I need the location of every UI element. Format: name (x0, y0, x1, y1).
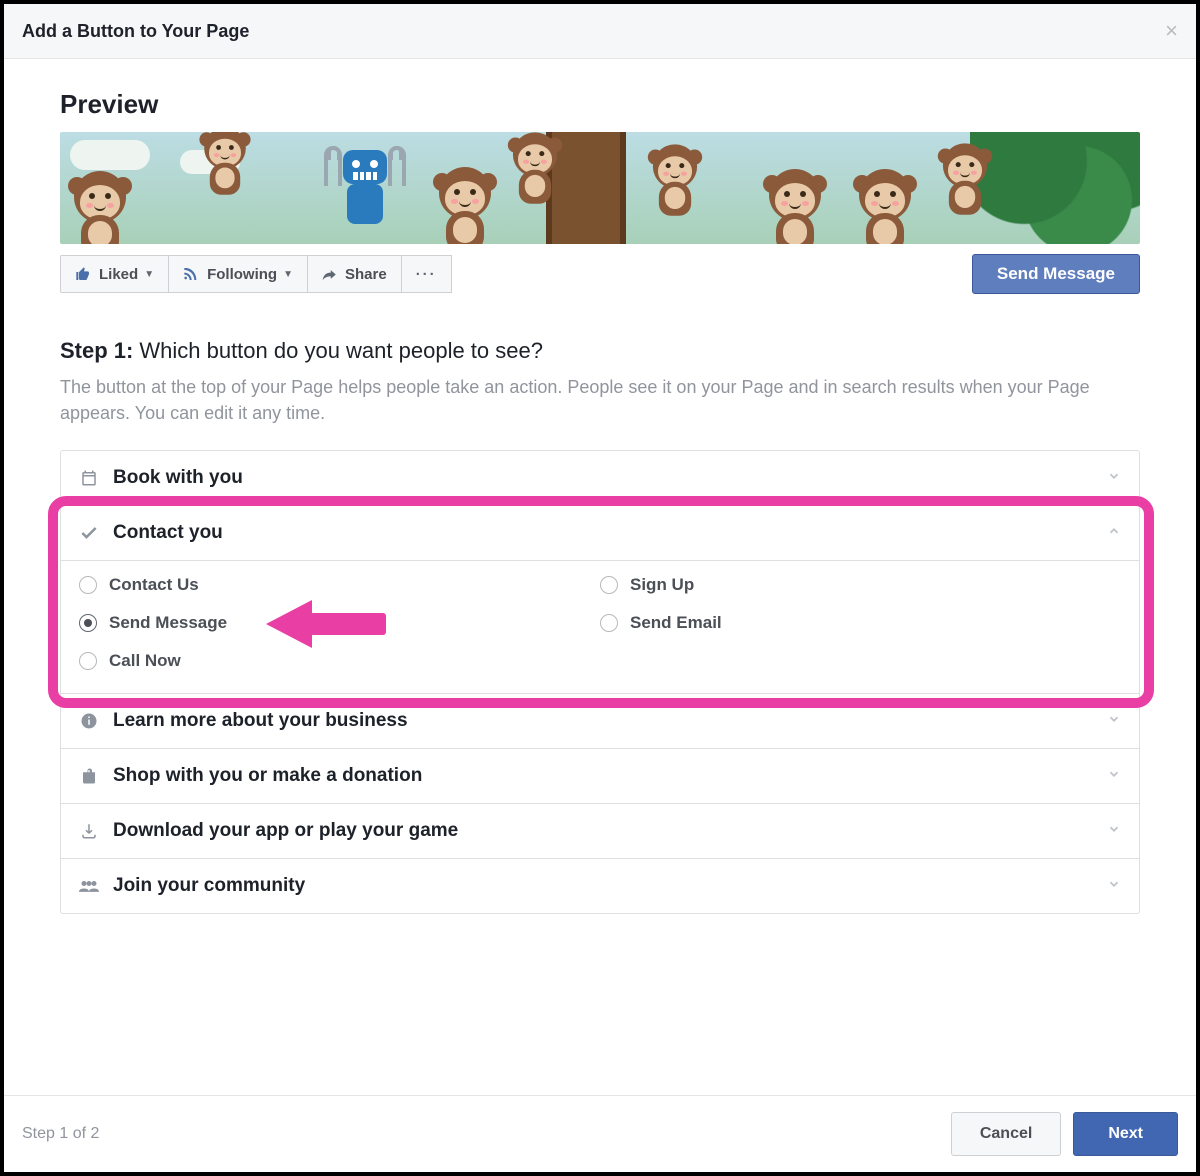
page-action-buttons: Liked ▼ Following ▼ Share (60, 255, 452, 293)
add-button-modal: Add a Button to Your Page × Preview (4, 4, 1196, 1172)
category-label: Download your app or play your game (113, 820, 458, 842)
option-label: Call Now (109, 651, 181, 671)
download-icon (79, 822, 99, 840)
category-label: Contact you (113, 522, 223, 544)
following-label: Following (207, 266, 277, 283)
category-learn[interactable]: Learn more about your business (61, 693, 1139, 748)
radio-icon (79, 614, 97, 632)
thumb-up-icon (75, 266, 91, 282)
option-sign_up[interactable]: Sign Up (600, 575, 1121, 595)
modal-footer: Step 1 of 2 Cancel Next (4, 1095, 1196, 1172)
category-shop[interactable]: Shop with you or make a donation (61, 748, 1139, 803)
liked-button[interactable]: Liked ▼ (60, 255, 169, 293)
rss-icon (183, 266, 199, 282)
step-block: Step 1:Which button do you want people t… (60, 338, 1140, 914)
more-button[interactable]: ··· (401, 255, 452, 293)
category-label: Join your community (113, 875, 305, 897)
monkey-illustration (65, 171, 135, 244)
next-button[interactable]: Next (1073, 1112, 1178, 1156)
step-prefix: Step 1: (60, 338, 133, 363)
step-title: Step 1:Which button do you want people t… (60, 338, 1140, 364)
category-community[interactable]: Join your community (61, 858, 1139, 913)
radio-icon (600, 576, 618, 594)
option-label: Send Message (109, 613, 227, 633)
preview-action-row: Liked ▼ Following ▼ Share (60, 254, 1140, 294)
cancel-button[interactable]: Cancel (951, 1112, 1061, 1156)
step-indicator: Step 1 of 2 (22, 1125, 99, 1143)
chevron-down-icon (1107, 877, 1121, 895)
option-label: Send Email (630, 613, 722, 633)
option-label: Sign Up (630, 575, 694, 595)
category-label: Learn more about your business (113, 710, 408, 732)
chevron-down-icon (1107, 822, 1121, 840)
ellipsis-icon: ··· (416, 266, 437, 283)
category-download[interactable]: Download your app or play your game (61, 803, 1139, 858)
caret-down-icon: ▼ (144, 269, 154, 280)
category-list: Book with you Contact you Contact Us Sign U… (60, 450, 1140, 914)
radio-icon (79, 576, 97, 594)
option-label: Contact Us (109, 575, 199, 595)
chevron-down-icon (1107, 469, 1121, 487)
modal-header: Add a Button to Your Page × (4, 4, 1196, 59)
people-icon (79, 879, 99, 893)
share-button[interactable]: Share (307, 255, 402, 293)
info-icon (79, 712, 99, 730)
radio-icon (79, 652, 97, 670)
option-send_message[interactable]: Send Message (79, 613, 600, 633)
close-icon[interactable]: × (1165, 18, 1178, 44)
modal-body: Preview (4, 59, 1196, 1095)
chevron-down-icon (1107, 767, 1121, 785)
cta-preview-button[interactable]: Send Message (972, 254, 1140, 294)
option-contact_us[interactable]: Contact Us (79, 575, 600, 595)
modal-title: Add a Button to Your Page (22, 21, 249, 42)
robot-illustration (330, 136, 400, 236)
following-button[interactable]: Following ▼ (168, 255, 308, 293)
liked-label: Liked (99, 266, 138, 283)
category-book[interactable]: Book with you (61, 451, 1139, 505)
category-label: Book with you (113, 467, 243, 489)
caret-down-icon: ▼ (283, 269, 293, 280)
bag-icon (79, 767, 99, 785)
step-question: Which button do you want people to see? (139, 338, 543, 363)
chevron-down-icon (1107, 712, 1121, 730)
category-contact[interactable]: Contact you (61, 505, 1139, 560)
step-description: The button at the top of your Page helps… (60, 374, 1140, 426)
share-icon (322, 267, 337, 282)
share-label: Share (345, 266, 387, 283)
radio-icon (600, 614, 618, 632)
calendar-icon (79, 469, 99, 487)
option-send_email[interactable]: Send Email (600, 613, 1121, 633)
check-icon (79, 523, 99, 543)
preview-heading: Preview (60, 89, 1140, 120)
option-call_now[interactable]: Call Now (79, 651, 600, 671)
category-label: Shop with you or make a donation (113, 765, 422, 787)
category-contact-panel: Contact Us Sign Up Send Message Send Email C… (61, 560, 1139, 693)
chevron-up-icon (1107, 524, 1121, 542)
cover-preview (60, 132, 1140, 244)
